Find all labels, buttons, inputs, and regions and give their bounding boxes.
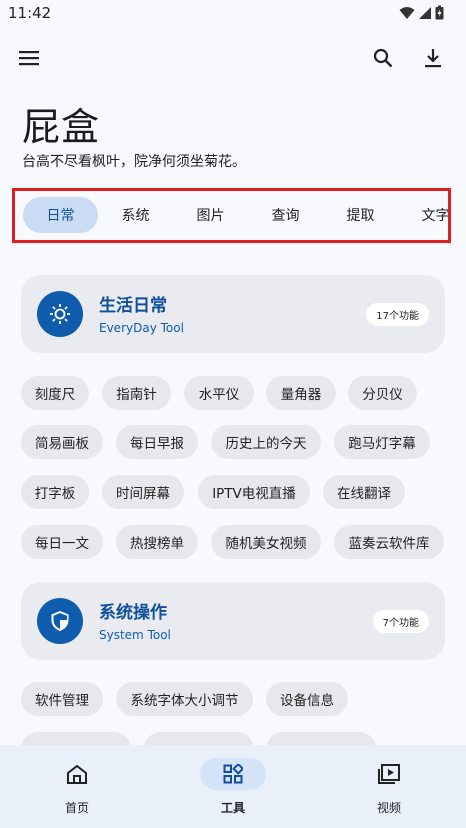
tool-chip[interactable]: 每日一文 [21,525,103,559]
tab-label: 查询 [271,208,300,224]
search-icon [373,48,393,68]
grid-icon [223,764,243,784]
nav-video[interactable]: 视频 [334,745,444,828]
sun-icon [50,304,70,324]
nav-label: 视频 [376,801,401,815]
tool-chip[interactable]: 分贝仪 [348,376,417,410]
tab-extract[interactable]: 提取 [323,197,398,233]
tool-chip[interactable]: 水平仪 [184,376,254,410]
nav-indicator [200,758,266,790]
feature-count-badge: 17个功能 [366,303,429,326]
wifi-icon [399,6,415,19]
page-subtitle: 台高不尽看枫叶，院净何须坐菊花。 [22,154,246,170]
tool-chip[interactable]: 时间屏幕 [102,475,184,509]
nav-label: 工具 [220,801,245,815]
section-subtitle: EveryDay Tool [99,321,184,335]
tool-chip[interactable]: 历史上的今天 [211,425,321,459]
tool-chip[interactable]: 简易画板 [21,425,103,459]
category-tabs: 日常 系统 图片 查询 提取 文字 [23,197,450,233]
menu-icon [19,51,39,66]
tab-label: 提取 [346,208,375,224]
tool-chip[interactable]: 在线翻译 [323,475,405,509]
tab-label: 图片 [196,208,225,224]
tool-chip[interactable]: 量角器 [266,376,336,410]
tool-chip[interactable]: 跑马灯字幕 [334,425,430,459]
tool-chip[interactable]: IPTV电视直播 [198,475,310,509]
tab-label: 系统 [121,208,150,224]
tab-label: 文字 [421,208,450,224]
tool-chip[interactable]: 每日早报 [116,425,198,459]
nav-label: 首页 [64,801,89,815]
tool-chip[interactable]: 随机美女视频 [211,525,321,559]
tool-chip[interactable]: 系统字体大小调节 [116,682,253,716]
download-button[interactable] [415,40,451,76]
section-title: 系统操作 [99,603,167,623]
app-bar [0,38,466,78]
nav-tools[interactable]: 工具 [178,745,288,828]
nav-indicator [356,758,422,790]
nav-indicator [44,758,110,790]
section-card-daily[interactable]: 生活日常 EveryDay Tool 17个功能 [21,275,445,353]
status-bar: 11:42 [0,0,466,28]
nav-home[interactable]: 首页 [22,745,132,828]
tool-chip[interactable]: 蓝奏云软件库 [334,525,444,559]
menu-button[interactable] [11,40,47,76]
tool-chip[interactable]: 指南针 [102,376,171,410]
tab-system[interactable]: 系统 [98,197,173,233]
home-icon [67,764,87,784]
tool-chip[interactable]: 刻度尺 [21,376,89,410]
shield-icon [51,611,69,631]
section-subtitle: System Tool [99,628,171,642]
bottom-navigation: 首页 工具 视频 [0,745,466,828]
section-icon-bg [37,291,83,337]
section-icon-bg [37,598,83,644]
tab-image[interactable]: 图片 [173,197,248,233]
section-card-system[interactable]: 系统操作 System Tool 7个功能 [21,582,445,660]
download-icon [425,49,441,68]
tool-chip[interactable]: 软件管理 [21,682,103,716]
status-time: 11:42 [8,4,52,22]
category-tabs-highlight: 日常 系统 图片 查询 提取 文字 [12,188,451,243]
section-title: 生活日常 [99,296,167,316]
search-button[interactable] [365,40,401,76]
tool-chip[interactable]: 热搜榜单 [116,525,198,559]
tool-chip[interactable]: 打字板 [21,475,89,509]
tool-chip[interactable]: 设备信息 [266,682,348,716]
video-icon [378,764,400,784]
tab-daily[interactable]: 日常 [23,197,98,233]
battery-icon [435,5,444,20]
tab-label: 日常 [46,208,75,224]
page-title: 屁盒 [22,105,101,149]
signal-icon [419,6,431,19]
feature-count-badge: 7个功能 [372,610,429,633]
tab-query[interactable]: 查询 [248,197,323,233]
tab-text[interactable]: 文字 [398,197,450,233]
